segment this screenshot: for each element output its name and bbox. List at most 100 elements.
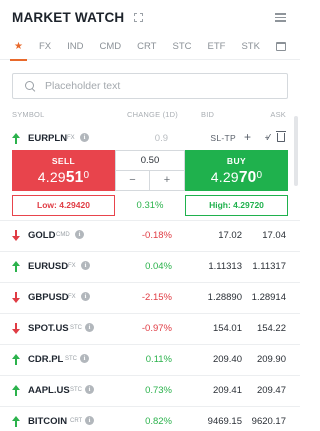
info-icon[interactable]: i [80, 354, 89, 363]
tab-favorites[interactable]: ★ [10, 34, 27, 61]
instrument-class: STC [65, 356, 77, 362]
buy-price: 4.29700 [210, 169, 263, 186]
instrument-row[interactable]: GBPUSD FX i -2.15% 1.28890 1.28914 [0, 283, 300, 313]
trash-icon[interactable] [276, 131, 286, 142]
instrument-symbol: GOLD [28, 230, 56, 241]
info-icon[interactable]: i [81, 292, 90, 301]
calendar-icon[interactable] [276, 42, 286, 51]
tab-cmd[interactable]: CMD [99, 34, 121, 60]
volume-control: 0.50 − + [115, 150, 185, 191]
bid-value[interactable]: 209.41 [213, 385, 242, 396]
multi-order-icon[interactable]: +⁄⁄ [265, 133, 270, 142]
ask-value[interactable]: 209.47 [257, 385, 286, 396]
instrument-row[interactable]: GOLD CMD i -0.18% 17.02 17.04 [0, 221, 300, 251]
tab-stc[interactable]: STC [172, 34, 191, 60]
market-watch-header: MARKET WATCH [0, 0, 300, 34]
instrument-class: STC [70, 387, 82, 393]
volume-input[interactable]: 0.50 [116, 151, 184, 171]
instrument-class: CMD [56, 232, 70, 238]
instrument-symbol: EURPLN [28, 133, 68, 144]
instrument-row[interactable]: SPOT.US STC i -0.97% 154.01 154.22 [0, 314, 300, 344]
sell-button[interactable]: SELL 4.29510 [12, 150, 115, 191]
column-header-symbol: SYMBOL [12, 110, 45, 119]
change-value: 0.11% [145, 354, 172, 365]
instrument-symbol: BITCOIN [28, 416, 68, 427]
change-value: -0.97% [141, 323, 172, 334]
search-input[interactable] [45, 80, 265, 92]
buy-label: BUY [226, 156, 247, 166]
volume-increase-button[interactable]: + [150, 171, 184, 190]
change-value: 0.73% [145, 385, 172, 396]
instrument-row[interactable]: AAPL.US STC i 0.73% 209.41 209.47 [0, 376, 300, 406]
info-icon[interactable]: i [85, 385, 94, 394]
bid-value[interactable]: 1.11313 [208, 261, 242, 272]
instrument-symbol: EURUSD [28, 261, 69, 272]
info-icon[interactable]: i [80, 133, 89, 142]
spread-value: 0.31% [136, 200, 164, 211]
search-icon [25, 81, 35, 91]
high-price: High: 4.29720 [185, 195, 288, 216]
search-box[interactable] [12, 73, 288, 99]
instrument-symbol: SPOT.US [28, 323, 69, 334]
ask-value[interactable]: 209.90 [257, 354, 286, 365]
instrument-row[interactable]: EURUSD FX i 0.04% 1.11313 1.11317 [0, 252, 300, 282]
info-icon[interactable]: i [75, 230, 84, 239]
column-header-change[interactable]: CHANGE (1D) [127, 110, 178, 119]
scrollbar[interactable] [294, 116, 298, 186]
bid-value[interactable]: 17.02 [218, 230, 242, 241]
change-value: 0.82% [145, 416, 172, 427]
tab-etf[interactable]: ETF [207, 34, 225, 60]
arrow-up-icon [12, 385, 20, 396]
sl-tp-button[interactable]: SL-TP [210, 133, 236, 143]
instrument-class: STC [70, 325, 82, 331]
instrument-row[interactable]: CDR.PL STC i 0.11% 209.40 209.90 [0, 345, 300, 375]
bid-value[interactable]: 209.40 [213, 354, 242, 365]
instrument-class: FX [68, 294, 76, 300]
info-icon[interactable]: i [85, 323, 94, 332]
low-price: Low: 4.29420 [12, 195, 115, 216]
arrow-up-icon [12, 261, 20, 272]
arrow-down-icon [12, 292, 20, 303]
plus-icon[interactable]: + [244, 131, 251, 143]
ask-value[interactable]: 154.22 [257, 323, 286, 334]
expand-icon[interactable] [134, 12, 144, 22]
bid-value[interactable]: 1.28890 [208, 292, 242, 303]
change-value: -0.18% [141, 230, 172, 241]
tab-stk[interactable]: STK [241, 34, 259, 60]
instrument-symbol: CDR.PL [28, 354, 64, 365]
change-value: 0.9 [154, 133, 168, 144]
arrow-up-icon [12, 416, 20, 427]
instrument-class: FX [68, 263, 76, 269]
arrow-down-icon [12, 230, 20, 241]
category-tabs: ★ FX IND CMD CRT STC ETF STK [0, 34, 300, 61]
sell-price: 4.29510 [37, 169, 90, 186]
arrow-up-icon [12, 133, 20, 144]
ask-value[interactable]: 17.04 [262, 230, 286, 241]
volume-decrease-button[interactable]: − [116, 171, 150, 190]
change-value: -2.15% [141, 292, 172, 303]
column-header-bid: BID [201, 110, 215, 119]
instrument-symbol: AAPL.US [28, 385, 70, 396]
trade-panel: SELL 4.29510 0.50 − + BUY 4.29700 Low: 4… [12, 150, 288, 220]
ask-value[interactable]: 9620.17 [252, 416, 286, 427]
list-view-icon[interactable] [275, 13, 286, 22]
bid-value[interactable]: 154.01 [213, 323, 242, 334]
page-title: MARKET WATCH [12, 9, 125, 25]
arrow-up-icon [12, 354, 20, 365]
tab-ind[interactable]: IND [67, 34, 83, 60]
tab-crt[interactable]: CRT [137, 34, 156, 60]
bid-value[interactable]: 9469.15 [208, 416, 242, 427]
info-icon[interactable]: i [81, 261, 90, 270]
arrow-down-icon [12, 323, 20, 334]
instrument-row[interactable]: BITCOIN CRT i 0.82% 9469.15 9620.17 [0, 407, 300, 431]
instrument-row-expanded[interactable]: EURPLN FX i 0.9 SL-TP + +⁄⁄ [0, 124, 300, 150]
column-header-ask: ASK [270, 110, 286, 119]
change-value: 0.04% [145, 261, 172, 272]
tab-fx[interactable]: FX [39, 34, 51, 60]
ask-value[interactable]: 1.11317 [252, 261, 286, 272]
info-icon[interactable]: i [85, 416, 94, 425]
column-headers: SYMBOL CHANGE (1D) BID ASK [0, 108, 300, 124]
instrument-class: FX [67, 135, 75, 141]
buy-button[interactable]: BUY 4.29700 [185, 150, 288, 191]
ask-value[interactable]: 1.28914 [252, 292, 286, 303]
